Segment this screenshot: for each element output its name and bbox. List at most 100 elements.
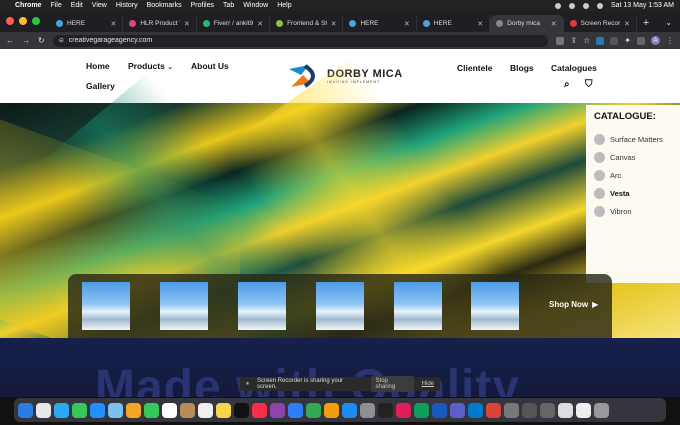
tab-hlr-product[interactable]: HLR Product Vi✕ <box>123 15 197 32</box>
side-panel-icon[interactable] <box>637 36 645 45</box>
product-thumbnail[interactable] <box>394 282 442 330</box>
extension-icon[interactable] <box>596 36 605 45</box>
terminal-icon[interactable] <box>378 402 393 418</box>
minimize-window-button[interactable] <box>19 17 27 25</box>
tab-screen-recorder[interactable]: Screen Recorde✕ <box>564 15 637 32</box>
profile-avatar[interactable]: A <box>651 36 660 45</box>
status-icon[interactable] <box>554 2 561 9</box>
music-icon[interactable] <box>252 402 267 418</box>
dock-window-thumbnail[interactable] <box>522 402 537 418</box>
safari-icon[interactable] <box>54 402 69 418</box>
catalogue-item-canvas[interactable]: Canvas <box>594 148 672 166</box>
menubar-view[interactable]: View <box>92 2 107 9</box>
shop-now-button[interactable]: Shop Now ▶ <box>549 300 598 309</box>
menubar-tab[interactable]: Tab <box>223 2 234 9</box>
cart-icon[interactable]: ⛉ <box>585 79 593 90</box>
site-info-icon[interactable]: ⊝ <box>59 37 64 44</box>
tab-search-chevron-icon[interactable]: ⌄ <box>657 18 680 32</box>
catalogue-item-vibron[interactable]: Vibron <box>594 202 672 220</box>
reminders-icon[interactable] <box>198 402 213 418</box>
apple-tv-icon[interactable] <box>234 402 249 418</box>
nav-clientele[interactable]: Clientele <box>457 63 492 73</box>
tab-close-icon[interactable]: ✕ <box>404 20 410 28</box>
address-bar[interactable]: ⊝ creativegarageagency.com <box>52 34 549 47</box>
mail-icon[interactable] <box>90 402 105 418</box>
product-thumbnail[interactable] <box>82 282 130 330</box>
product-thumbnail[interactable] <box>160 282 208 330</box>
nav-gallery[interactable]: Gallery <box>86 81 115 91</box>
tab-close-icon[interactable]: ✕ <box>477 20 483 28</box>
contacts-icon[interactable] <box>180 402 195 418</box>
bookmark-star-icon[interactable]: ☆ <box>583 36 590 45</box>
menubar-history[interactable]: History <box>116 2 138 9</box>
back-arrow-icon[interactable]: ← <box>6 36 14 45</box>
close-window-button[interactable] <box>6 17 14 25</box>
finder-icon[interactable] <box>18 402 33 418</box>
messages-icon[interactable] <box>72 402 87 418</box>
nav-products[interactable]: Products ⌄ <box>128 61 173 71</box>
extension-icon[interactable] <box>610 36 619 45</box>
extensions-puzzle-icon[interactable]: ✦ <box>624 36 631 45</box>
control-center-icon[interactable] <box>596 2 603 9</box>
nav-about-us[interactable]: About Us <box>191 61 229 71</box>
dock-window-thumbnail[interactable] <box>576 402 591 418</box>
launchpad-icon[interactable] <box>36 402 51 418</box>
dock-window-thumbnail[interactable] <box>540 402 555 418</box>
numbers-icon[interactable] <box>306 402 321 418</box>
chrome-menu-icon[interactable]: ⋮ <box>666 36 674 45</box>
menubar-help[interactable]: Help <box>277 2 291 9</box>
google-lens-icon[interactable] <box>556 36 565 45</box>
menubar-file[interactable]: File <box>50 2 61 9</box>
menubar-datetime[interactable]: Sat 13 May 1:53 AM <box>611 2 674 9</box>
product-thumbnail[interactable] <box>316 282 364 330</box>
product-thumbnail[interactable] <box>471 282 519 330</box>
keynote-icon[interactable] <box>288 402 303 418</box>
zoom-window-button[interactable] <box>32 17 40 25</box>
facetime-icon[interactable] <box>144 402 159 418</box>
tab-close-icon[interactable]: ✕ <box>110 20 116 28</box>
trash-icon[interactable] <box>594 402 609 418</box>
podcasts-icon[interactable] <box>270 402 285 418</box>
catalogue-item-vesta[interactable]: Vesta <box>594 184 672 202</box>
catalogue-item-surface-matters[interactable]: Surface Matters <box>594 130 672 148</box>
tab-close-icon[interactable]: ✕ <box>184 20 190 28</box>
nav-catalogues[interactable]: Catalogues <box>551 63 597 73</box>
tab-frontend[interactable]: Frontend & Sho✕ <box>270 15 344 32</box>
dock-window-thumbnail[interactable] <box>558 402 573 418</box>
forward-arrow-icon[interactable]: → <box>22 36 30 45</box>
chrome-icon[interactable] <box>486 402 501 418</box>
maps-icon[interactable] <box>108 402 123 418</box>
mail-app-icon[interactable] <box>504 402 519 418</box>
tab-here-1[interactable]: HERE ✕ <box>50 15 124 32</box>
address-url[interactable]: creativegarageagency.com <box>69 37 153 44</box>
menubar-window[interactable]: Window <box>243 2 268 9</box>
nav-blogs[interactable]: Blogs <box>510 63 534 73</box>
tab-close-icon[interactable]: ✕ <box>551 20 557 28</box>
search-icon[interactable] <box>582 2 589 9</box>
search-icon[interactable]: ⌕ <box>564 79 570 90</box>
photos-icon[interactable] <box>126 402 141 418</box>
product-thumbnail[interactable] <box>238 282 286 330</box>
system-settings-icon[interactable] <box>360 402 375 418</box>
tab-dorby-mica[interactable]: Dorby mica ✕ <box>490 15 564 32</box>
notes-icon[interactable] <box>216 402 231 418</box>
hide-sharing-bar-button[interactable]: Hide <box>422 381 434 387</box>
menubar-profiles[interactable]: Profiles <box>191 2 214 9</box>
share-icon[interactable]: ⇪ <box>570 36 577 45</box>
menubar-edit[interactable]: Edit <box>71 2 83 9</box>
tab-close-icon[interactable]: ✕ <box>624 20 630 28</box>
app-store-icon[interactable] <box>342 402 357 418</box>
new-tab-button[interactable]: + <box>637 17 657 32</box>
tab-here-3[interactable]: HERE ✕ <box>417 15 491 32</box>
tab-fiverr[interactable]: Fiverr / ankit93 ✕ <box>197 15 271 32</box>
tab-here-2[interactable]: HERE ✕ <box>343 15 417 32</box>
reload-icon[interactable]: ↻ <box>38 36 45 45</box>
menubar-app-name[interactable]: Chrome <box>15 2 41 9</box>
wifi-icon[interactable] <box>568 2 575 9</box>
sheets-icon[interactable] <box>414 402 429 418</box>
catalogue-item-arc[interactable]: Arc <box>594 166 672 184</box>
stop-sharing-button[interactable]: Stop sharing <box>370 376 414 392</box>
vscode-icon[interactable] <box>468 402 483 418</box>
tab-close-icon[interactable]: ✕ <box>257 20 263 28</box>
nav-home[interactable]: Home <box>86 61 110 71</box>
